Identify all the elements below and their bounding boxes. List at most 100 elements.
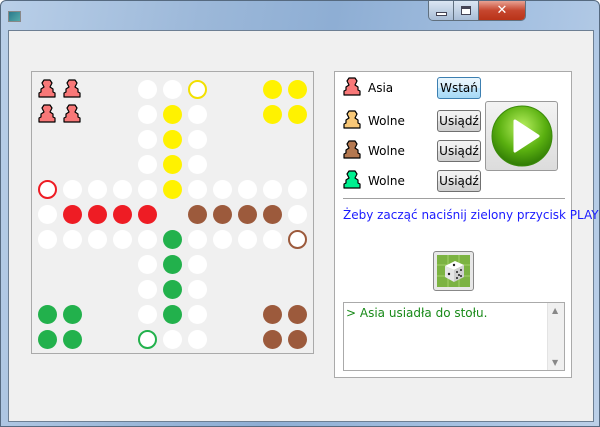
piece-brown[interactable] <box>288 330 307 349</box>
player-name: Wolne <box>368 174 405 188</box>
scroll-down-icon[interactable]: ▼ <box>552 358 558 367</box>
client-area: Asia Wstań Wolne Usiądź Wolne Usiądź Wolne Usią… <box>8 30 599 422</box>
board-field[interactable] <box>188 105 207 124</box>
piece-yellow[interactable] <box>163 155 182 174</box>
window-controls: ✕ <box>428 1 526 21</box>
board-field[interactable] <box>88 230 107 249</box>
board-field[interactable] <box>138 280 157 299</box>
piece-green[interactable] <box>163 230 182 249</box>
board-field[interactable] <box>188 230 207 249</box>
board-field[interactable] <box>188 280 207 299</box>
piece-red[interactable] <box>88 205 107 224</box>
piece-brown[interactable] <box>263 330 282 349</box>
board-field[interactable] <box>288 205 307 224</box>
play-button[interactable] <box>485 101 558 171</box>
board-field[interactable] <box>188 180 207 199</box>
piece-yellow[interactable] <box>288 105 307 124</box>
board-field[interactable] <box>213 230 232 249</box>
player-name: Wolne <box>368 144 405 158</box>
board-field[interactable] <box>138 255 157 274</box>
board-field[interactable] <box>38 205 57 224</box>
piece-green[interactable] <box>38 330 57 349</box>
piece-green[interactable] <box>163 305 182 324</box>
roll-dice-button[interactable] <box>433 251 474 291</box>
board-field[interactable] <box>188 255 207 274</box>
board-field[interactable] <box>188 305 207 324</box>
piece-yellow[interactable] <box>263 105 282 124</box>
pawn-red[interactable] <box>63 104 81 123</box>
message-log[interactable]: > Asia usiadła do stołu. ▲ ▼ <box>343 302 565 371</box>
board-field[interactable] <box>288 180 307 199</box>
board-field[interactable] <box>63 230 82 249</box>
board-field[interactable] <box>238 180 257 199</box>
piece-brown[interactable] <box>263 205 282 224</box>
board-field[interactable] <box>188 330 207 349</box>
maximize-button[interactable] <box>454 1 479 20</box>
piece-red[interactable] <box>113 205 132 224</box>
stand-up-button[interactable]: Wstań <box>437 77 481 99</box>
board-field[interactable] <box>263 230 282 249</box>
piece-red[interactable] <box>63 205 82 224</box>
sit-down-button[interactable]: Usiądź <box>437 110 481 132</box>
board-field[interactable] <box>263 180 282 199</box>
player-pawn-icon <box>343 77 361 99</box>
hint-text: Żeby zacząć naciśnij zielony przycisk PL… <box>343 208 599 222</box>
board-field[interactable] <box>113 230 132 249</box>
player-name: Asia <box>368 81 394 95</box>
piece-green[interactable] <box>63 330 82 349</box>
player-pawn-icon <box>343 110 361 132</box>
start-field-green[interactable] <box>138 330 157 349</box>
minimize-button[interactable] <box>429 1 454 20</box>
piece-brown[interactable] <box>213 205 232 224</box>
board-field[interactable] <box>138 105 157 124</box>
board-field[interactable] <box>213 180 232 199</box>
game-board[interactable] <box>31 71 314 354</box>
board-field[interactable] <box>138 80 157 99</box>
start-field-red[interactable] <box>38 180 57 199</box>
play-icon <box>491 105 552 167</box>
board-field[interactable] <box>138 305 157 324</box>
pawn-red[interactable] <box>63 79 81 98</box>
piece-brown[interactable] <box>238 205 257 224</box>
board-field[interactable] <box>38 230 57 249</box>
board-field[interactable] <box>138 130 157 149</box>
piece-yellow[interactable] <box>163 130 182 149</box>
piece-brown[interactable] <box>188 205 207 224</box>
piece-green[interactable] <box>163 280 182 299</box>
player-name: Wolne <box>368 114 405 128</box>
piece-green[interactable] <box>38 305 57 324</box>
start-field-brown[interactable] <box>288 230 307 249</box>
log-scrollbar[interactable]: ▲ ▼ <box>547 303 564 370</box>
piece-brown[interactable] <box>288 305 307 324</box>
pawn-red[interactable] <box>38 79 56 98</box>
board-field[interactable] <box>238 230 257 249</box>
log-entry: > Asia usiadła do stołu. <box>346 306 488 320</box>
sit-down-button[interactable]: Usiądź <box>437 170 481 192</box>
sit-down-button[interactable]: Usiądź <box>437 140 481 162</box>
board-field[interactable] <box>163 330 182 349</box>
board-field[interactable] <box>63 180 82 199</box>
piece-yellow[interactable] <box>163 180 182 199</box>
piece-yellow[interactable] <box>163 105 182 124</box>
pawn-red[interactable] <box>38 104 56 123</box>
board-field[interactable] <box>188 130 207 149</box>
board-field[interactable] <box>163 80 182 99</box>
piece-red[interactable] <box>138 205 157 224</box>
player-pawn-icon <box>343 140 361 162</box>
start-field-yellow[interactable] <box>188 80 207 99</box>
close-button[interactable]: ✕ <box>479 1 525 20</box>
piece-green[interactable] <box>63 305 82 324</box>
dice-icon <box>437 255 470 287</box>
scroll-up-icon[interactable]: ▲ <box>552 306 558 315</box>
board-field[interactable] <box>138 155 157 174</box>
piece-brown[interactable] <box>263 305 282 324</box>
piece-green[interactable] <box>163 255 182 274</box>
board-field[interactable] <box>113 180 132 199</box>
board-field[interactable] <box>88 180 107 199</box>
board-field[interactable] <box>188 155 207 174</box>
app-icon <box>8 11 21 22</box>
piece-yellow[interactable] <box>288 80 307 99</box>
board-field[interactable] <box>138 180 157 199</box>
board-field[interactable] <box>138 230 157 249</box>
piece-yellow[interactable] <box>263 80 282 99</box>
